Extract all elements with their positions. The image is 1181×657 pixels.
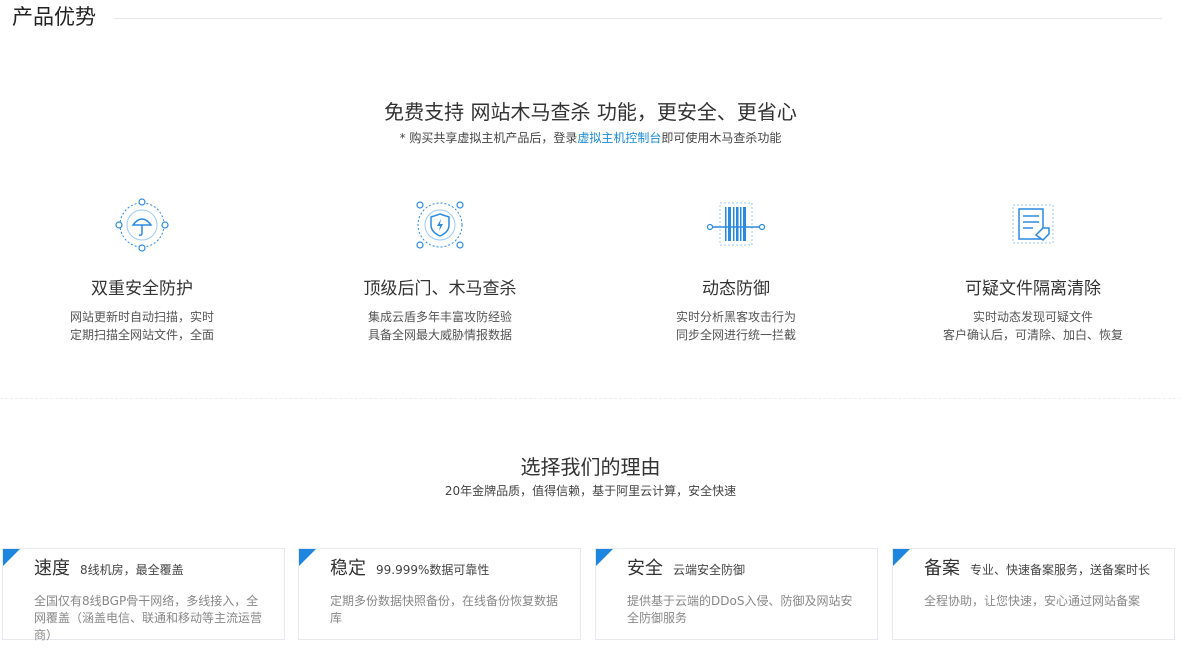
card-subtitle: 8线机房，最全覆盖: [80, 563, 184, 577]
feature-file-isolation: 可疑文件隔离清除 实时动态发现可疑文件 客户确认后，可清除、加白、恢复: [903, 195, 1163, 344]
umbrella-icon: [115, 198, 169, 252]
card-title: 速度 8线机房，最全覆盖: [34, 557, 184, 582]
console-link[interactable]: 虚拟主机控制台: [577, 131, 661, 145]
card-desc: 定期多份数据快照备份，在线备份恢复数据库: [330, 594, 559, 625]
feature-desc: 实时分析黑客攻击行为 同步全网进行统一拦截: [606, 308, 866, 344]
section-divider: [114, 18, 1162, 19]
corner-accent-icon: [596, 549, 613, 566]
shield-bolt-icon: [416, 201, 464, 249]
card-desc: 全国仅有8线BGP骨干网络，多线接入，全网覆盖（涵盖电信、联通和移动等主流运营商…: [34, 594, 263, 642]
feature-title: 双重安全防护: [91, 279, 193, 299]
card-subtitle: 99.999%数据可靠性: [376, 563, 490, 577]
document-check-icon: [1012, 204, 1054, 244]
card-title: 安全 云端安全防御: [627, 557, 745, 582]
feature-title: 可疑文件隔离清除: [965, 279, 1101, 299]
feature-desc-line: 网站更新时自动扫描，实时: [69, 310, 214, 324]
card-subtitle: 云端安全防御: [673, 563, 746, 577]
feature-dual-protection: 双重安全防护 网站更新时自动扫描，实时 定期扫描全网站文件，全面: [12, 195, 272, 344]
corner-accent-icon: [299, 549, 316, 566]
feature-desc-line: 定期扫描全网站文件，全面: [69, 328, 214, 342]
hero-title: 免费支持 网站木马查杀 功能，更安全、更省心: [384, 100, 797, 124]
feature-desc-line: 实时分析黑客攻击行为: [675, 310, 796, 324]
features-row: 双重安全防护 网站更新时自动扫描，实时 定期扫描全网站文件，全面 顶级后门、木马…: [0, 195, 1181, 355]
corner-accent-icon: [893, 549, 910, 566]
feature-desc-line: 具备全网最大威胁情报数据: [367, 328, 512, 342]
feature-desc: 网站更新时自动扫描，实时 定期扫描全网站文件，全面: [12, 308, 272, 344]
card-title-text: 速度: [34, 558, 70, 579]
corner-accent-icon: [3, 549, 20, 566]
card-desc: 全程协助，让您快速，安心通过网站备案: [924, 594, 1141, 608]
card-title-text: 安全: [627, 558, 663, 579]
feature-dynamic-defense: 动态防御 实时分析黑客攻击行为 同步全网进行统一拦截: [606, 195, 866, 344]
card-stability: 稳定 99.999%数据可靠性 定期多份数据快照备份，在线备份恢复数据库: [298, 548, 581, 640]
hero-sub-suffix: 即可使用木马查杀功能: [661, 131, 782, 145]
reasons-title: 选择我们的理由: [520, 455, 661, 479]
section-title: 产品优势: [12, 5, 96, 29]
card-subtitle: 专业、快速备案服务，送备案时长: [970, 563, 1151, 577]
card-speed: 速度 8线机房，最全覆盖 全国仅有8线BGP骨干网络，多线接入，全网覆盖（涵盖电信…: [2, 548, 285, 642]
feature-desc-line: 同步全网进行统一拦截: [675, 328, 796, 342]
card-desc: 提供基于云端的DDoS入侵、防御及网站安全防御服务: [627, 594, 853, 625]
hero-subtitle: * 购买共享虚拟主机产品后，登录虚拟主机控制台即可使用木马查杀功能: [0, 129, 1181, 146]
feature-title: 顶级后门、木马查杀: [363, 279, 517, 299]
feature-title: 动态防御: [702, 279, 770, 299]
card-title-text: 备案: [924, 558, 960, 579]
feature-desc-line: 客户确认后，可清除、加白、恢复: [942, 328, 1123, 342]
feature-backdoor-scan: 顶级后门、木马查杀 集成云盾多年丰富攻防经验 具备全网最大威胁情报数据: [310, 195, 570, 344]
section-separator: [0, 398, 1181, 399]
feature-desc-line: 集成云盾多年丰富攻防经验: [367, 310, 512, 324]
card-title: 备案 专业、快速备案服务，送备案时长: [924, 557, 1150, 582]
card-title: 稳定 99.999%数据可靠性: [330, 557, 489, 582]
feature-desc: 集成云盾多年丰富攻防经验 具备全网最大威胁情报数据: [310, 308, 570, 344]
card-title-text: 稳定: [330, 558, 366, 579]
card-filing: 备案 专业、快速备案服务，送备案时长 全程协助，让您快速，安心通过网站备案: [892, 548, 1175, 640]
card-security: 安全 云端安全防御 提供基于云端的DDoS入侵、防御及网站安全防御服务: [595, 548, 878, 640]
feature-desc-line: 实时动态发现可疑文件: [972, 310, 1093, 324]
barcode-scan-icon: [706, 202, 766, 246]
feature-desc: 实时动态发现可疑文件 客户确认后，可清除、加白、恢复: [903, 308, 1163, 344]
hero-sub-prefix: * 购买共享虚拟主机产品后，登录: [399, 131, 578, 145]
reasons-subtitle: 20年金牌品质，值得信赖，基于阿里云计算，安全快速: [444, 484, 737, 498]
section-header: 产品优势: [12, 2, 1162, 32]
